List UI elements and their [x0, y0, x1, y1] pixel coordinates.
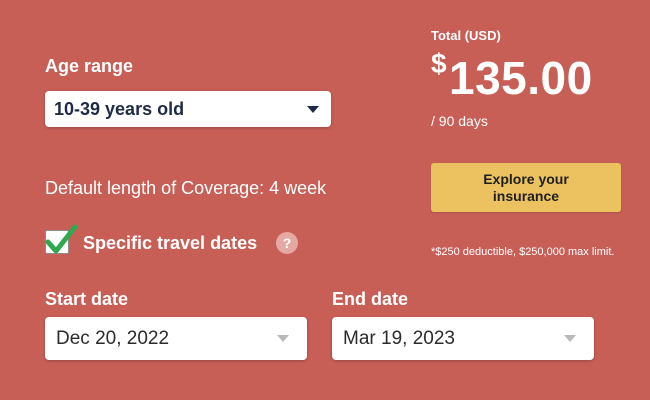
specific-dates-label: Specific travel dates	[83, 233, 258, 253]
question-icon[interactable]: ?	[276, 232, 298, 254]
explore-insurance-label: Explore your insurance	[483, 170, 569, 204]
end-date-value: Mar 19, 2023	[343, 327, 455, 349]
age-range-value: 10-39 years old	[54, 98, 185, 119]
start-date-select[interactable]: Dec 20, 2022	[45, 317, 307, 360]
total-amount: 135.00	[449, 52, 593, 104]
age-range-label: Age range	[45, 56, 134, 76]
currency-symbol: $	[431, 48, 447, 79]
age-range-select[interactable]: 10-39 years old	[45, 91, 331, 127]
chevron-down-icon	[277, 335, 289, 342]
explore-insurance-button[interactable]: Explore your insurance	[431, 163, 621, 212]
start-date-label: Start date	[45, 289, 129, 309]
chevron-down-icon	[564, 335, 576, 342]
chevron-down-icon	[307, 105, 319, 113]
total-period: / 90 days	[431, 113, 488, 129]
coverage-length-text: Default length of Coverage: 4 week	[45, 178, 327, 198]
start-date-value: Dec 20, 2022	[56, 327, 170, 349]
total-label: Total (USD)	[431, 28, 501, 43]
end-date-select[interactable]: Mar 19, 2023	[332, 317, 594, 360]
end-date-label: End date	[332, 289, 409, 309]
checkmark-icon	[45, 224, 77, 254]
deductible-footnote: *$250 deductible, $250,000 max limit.	[431, 246, 615, 258]
specific-dates-checkbox[interactable]	[45, 224, 77, 254]
